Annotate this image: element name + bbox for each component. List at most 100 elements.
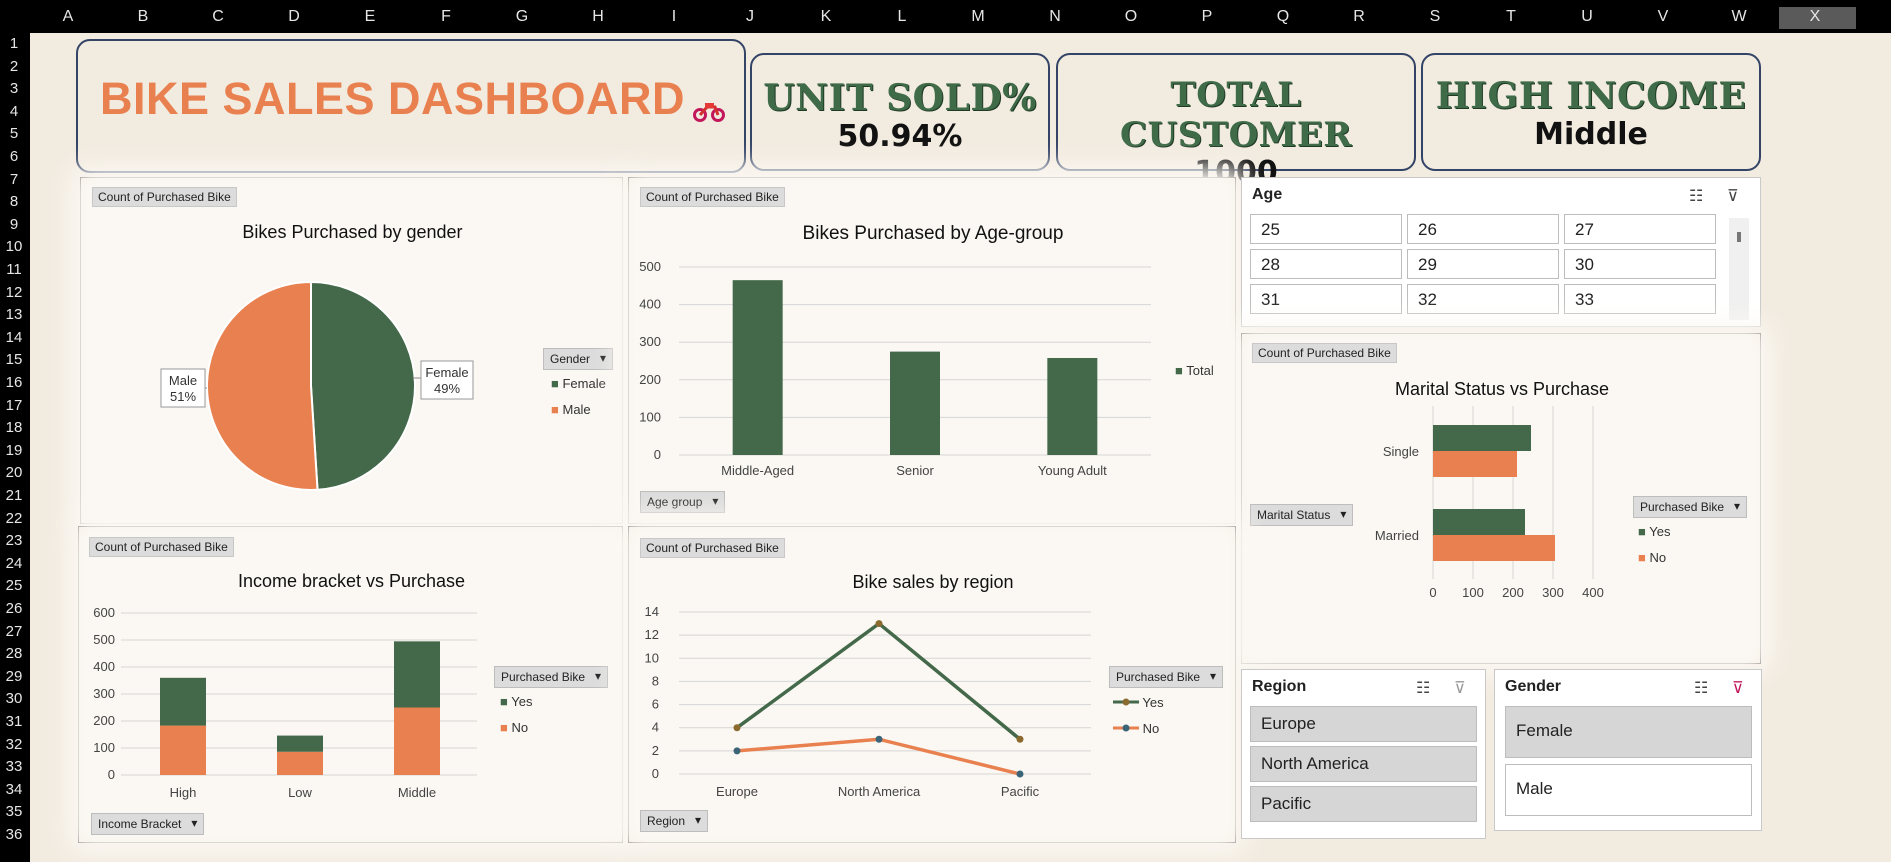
column-letter[interactable]: M <box>968 8 988 26</box>
multi-select-icon[interactable]: ☷ <box>1689 186 1703 206</box>
row-number[interactable]: 28 <box>0 645 28 662</box>
row-number[interactable]: 21 <box>0 487 28 504</box>
row-number[interactable]: 31 <box>0 713 28 730</box>
axis-field-button[interactable]: Income Bracket <box>91 813 205 835</box>
row-number[interactable]: 30 <box>0 690 28 707</box>
axis-field-button[interactable]: Region <box>640 810 709 832</box>
column-letter[interactable]: P <box>1197 8 1217 26</box>
slicer-item[interactable]: Europe <box>1250 706 1477 742</box>
row-number[interactable]: 8 <box>0 193 28 210</box>
row-number[interactable]: 14 <box>0 329 28 346</box>
column-letter[interactable]: N <box>1045 8 1065 26</box>
slicer-item[interactable]: 32 <box>1407 284 1559 314</box>
column-letter[interactable]: G <box>512 8 532 26</box>
column-letter[interactable]: Q <box>1273 8 1293 26</box>
row-number[interactable]: 34 <box>0 781 28 798</box>
row-number[interactable]: 22 <box>0 510 28 527</box>
column-letter[interactable]: I <box>664 8 684 26</box>
column-letter[interactable]: K <box>816 8 836 26</box>
slicer-item[interactable]: 26 <box>1407 214 1559 244</box>
slicer-scrollbar[interactable] <box>1729 218 1749 320</box>
column-letter[interactable]: H <box>588 8 608 26</box>
slicer-region[interactable]: Region ☷ ⊽ Europe North America Pacific <box>1241 669 1486 839</box>
column-letter[interactable]: C <box>208 8 228 26</box>
row-number[interactable]: 9 <box>0 216 28 233</box>
row-number[interactable]: 15 <box>0 351 28 368</box>
slicer-item[interactable]: Female <box>1505 706 1752 758</box>
row-number[interactable]: 18 <box>0 419 28 436</box>
x-tick-label: 400 <box>1582 585 1604 600</box>
row-number[interactable]: 11 <box>0 261 28 278</box>
row-number[interactable]: 3 <box>0 80 28 97</box>
slicer-item[interactable]: 25 <box>1250 214 1402 244</box>
column-letter[interactable]: O <box>1121 8 1141 26</box>
legend-field-button[interactable]: Purchased Bike <box>1109 666 1224 688</box>
clear-filter-icon[interactable]: ⊽ <box>1732 678 1744 698</box>
axis-field-button[interactable]: Age group <box>640 491 726 513</box>
column-letter[interactable]: W <box>1729 8 1749 26</box>
row-number[interactable]: 23 <box>0 532 28 549</box>
slicer-item[interactable]: North America <box>1250 746 1477 782</box>
legend-field-button[interactable]: Gender <box>543 348 614 370</box>
column-letter[interactable]: E <box>360 8 380 26</box>
row-number[interactable]: 36 <box>0 826 28 843</box>
row-number[interactable]: 26 <box>0 600 28 617</box>
multi-select-icon[interactable]: ☷ <box>1416 678 1430 698</box>
row-number[interactable]: 29 <box>0 668 28 685</box>
legend-field-button[interactable]: Purchased Bike <box>1633 496 1748 518</box>
y-tick-label: 500 <box>93 632 115 647</box>
clear-filter-icon[interactable]: ⊽ <box>1454 678 1466 698</box>
row-number[interactable]: 27 <box>0 623 28 640</box>
row-number[interactable]: 16 <box>0 374 28 391</box>
row-number[interactable]: 7 <box>0 171 28 188</box>
slicer-item[interactable]: 31 <box>1250 284 1402 314</box>
multi-select-icon[interactable]: ☷ <box>1694 678 1708 698</box>
axis-field-button[interactable]: Marital Status <box>1250 504 1354 526</box>
row-number[interactable]: 33 <box>0 758 28 775</box>
chart-region-panel[interactable]: Count of Purchased Bike Bike sales by re… <box>628 526 1236 843</box>
row-number[interactable]: 32 <box>0 736 28 753</box>
chart-marital-panel[interactable]: Count of Purchased Bike Marital Status v… <box>1241 333 1761 664</box>
row-number[interactable]: 25 <box>0 577 28 594</box>
slicer-item[interactable]: 28 <box>1250 249 1402 279</box>
row-number[interactable]: 5 <box>0 125 28 142</box>
column-letter[interactable]: V <box>1653 8 1673 26</box>
column-letter[interactable]: B <box>133 8 153 26</box>
chart-income-panel[interactable]: Count of Purchased Bike Income bracket v… <box>78 526 623 843</box>
row-number[interactable]: 13 <box>0 306 28 323</box>
column-letter[interactable]: R <box>1349 8 1369 26</box>
column-letter[interactable]: F <box>436 8 456 26</box>
legend-field-button[interactable]: Purchased Bike <box>494 666 609 688</box>
slicer-item[interactable]: Male <box>1505 764 1752 816</box>
row-number[interactable]: 6 <box>0 148 28 165</box>
column-letter[interactable]: T <box>1501 8 1521 26</box>
row-number[interactable]: 2 <box>0 58 28 75</box>
row-number[interactable]: 35 <box>0 803 28 820</box>
slicer-item[interactable]: 29 <box>1407 249 1559 279</box>
slicer-item[interactable]: Pacific <box>1250 786 1477 822</box>
slicer-item[interactable]: 30 <box>1564 249 1716 279</box>
column-letter[interactable]: J <box>740 8 760 26</box>
slicer-gender[interactable]: Gender ☷ ⊽ Female Male <box>1494 669 1762 831</box>
row-number[interactable]: 19 <box>0 442 28 459</box>
row-number[interactable]: 17 <box>0 397 28 414</box>
column-letter[interactable]: X <box>1805 8 1825 26</box>
column-letter[interactable]: L <box>892 8 912 26</box>
column-letter[interactable]: D <box>284 8 304 26</box>
row-number[interactable]: 1 <box>0 35 28 52</box>
dashboard-title: BIKE SALES DASHBOARD <box>100 73 686 124</box>
slicer-age[interactable]: Age ☷ ⊽ 25 26 27 28 29 30 31 32 33 <box>1241 177 1761 327</box>
slicer-item[interactable]: 33 <box>1564 284 1716 314</box>
row-number[interactable]: 12 <box>0 284 28 301</box>
row-number[interactable]: 20 <box>0 464 28 481</box>
chart-age-panel[interactable]: Count of Purchased Bike Bikes Purchased … <box>628 177 1236 524</box>
row-number[interactable]: 10 <box>0 238 28 255</box>
column-letter[interactable]: A <box>58 8 78 26</box>
clear-filter-icon[interactable]: ⊽ <box>1727 186 1739 206</box>
row-number[interactable]: 4 <box>0 103 28 120</box>
column-letter[interactable]: S <box>1425 8 1445 26</box>
slicer-item[interactable]: 27 <box>1564 214 1716 244</box>
row-number[interactable]: 24 <box>0 555 28 572</box>
column-letter[interactable]: U <box>1577 8 1597 26</box>
chart-gender-panel[interactable]: Count of Purchased Bike Bikes Purchased … <box>80 177 623 524</box>
